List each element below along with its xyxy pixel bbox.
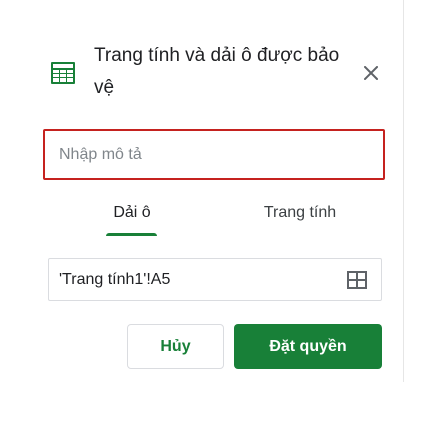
set-permissions-button[interactable]: Đặt quyền (234, 324, 382, 369)
active-tab-indicator (106, 233, 157, 236)
close-button[interactable] (358, 60, 384, 86)
sheet-grid-icon (51, 62, 75, 84)
tab-sheet[interactable]: Trang tính (250, 204, 350, 238)
grid-select-icon[interactable] (346, 270, 368, 290)
dialog-title: Trang tính và dải ô được bảo vệ (94, 45, 340, 98)
cancel-button[interactable]: Hủy (127, 324, 224, 369)
close-icon (364, 66, 378, 80)
range-input[interactable] (48, 258, 382, 301)
protected-ranges-panel: Trang tính và dải ô được bảo vệ Dải ô Tr… (0, 0, 404, 382)
description-input[interactable] (43, 129, 385, 180)
